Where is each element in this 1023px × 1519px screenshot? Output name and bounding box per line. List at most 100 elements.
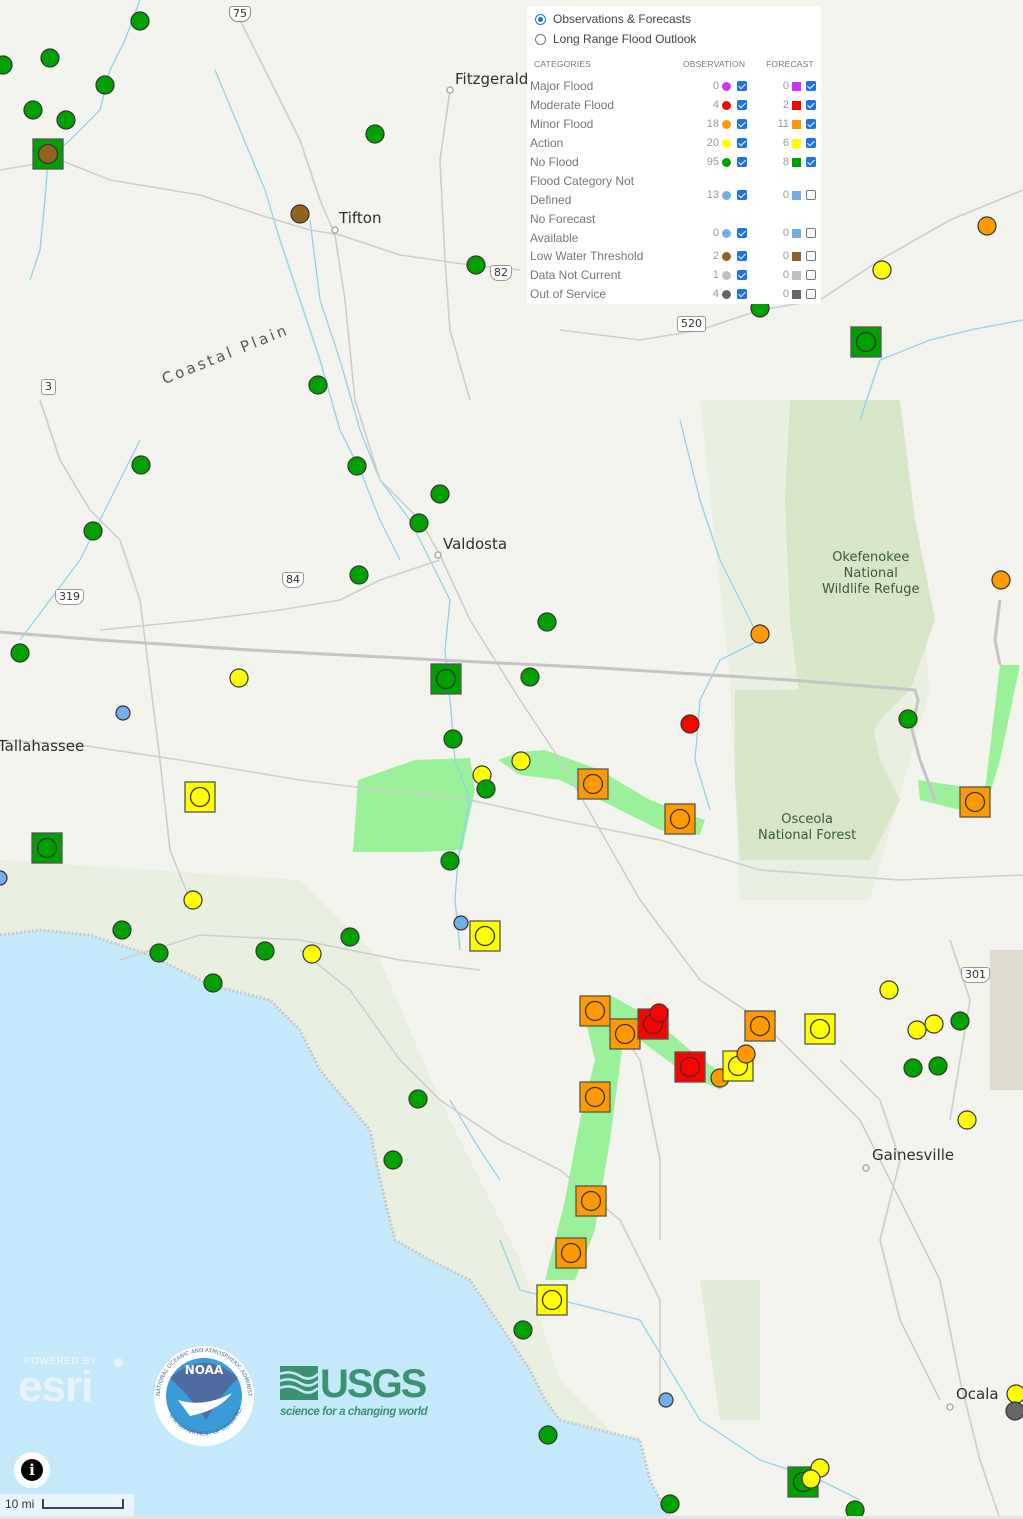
gauge-marker[interactable] xyxy=(469,920,501,952)
observation-dot-icon[interactable] xyxy=(950,1011,970,1031)
observation-dot-icon[interactable] xyxy=(95,75,115,95)
observation-dot-icon[interactable] xyxy=(584,1000,606,1022)
observation-dot-icon[interactable] xyxy=(115,705,131,721)
gauge-marker[interactable] xyxy=(649,1003,669,1023)
forecast-checkbox[interactable] xyxy=(806,81,816,91)
info-button[interactable]: i xyxy=(14,1452,50,1488)
observation-checkbox[interactable] xyxy=(737,81,747,91)
gauge-marker[interactable] xyxy=(577,768,609,800)
observation-dot-icon[interactable] xyxy=(614,1023,636,1045)
forecast-checkbox[interactable] xyxy=(806,251,816,261)
observation-checkbox[interactable] xyxy=(737,138,747,148)
observation-dot-icon[interactable] xyxy=(474,925,496,947)
gauge-marker[interactable] xyxy=(383,1150,403,1170)
observation-dot-icon[interactable] xyxy=(347,456,367,476)
gauge-marker[interactable] xyxy=(928,1056,948,1076)
observation-dot-icon[interactable] xyxy=(290,204,310,224)
gauge-marker[interactable] xyxy=(804,1013,836,1045)
forecast-checkbox[interactable] xyxy=(806,228,816,238)
gauge-marker[interactable] xyxy=(349,565,369,585)
gauge-marker[interactable] xyxy=(664,803,696,835)
gauge-marker[interactable] xyxy=(131,455,151,475)
observation-dot-icon[interactable] xyxy=(658,1392,674,1408)
gauge-marker[interactable] xyxy=(903,1058,923,1078)
observation-dot-icon[interactable] xyxy=(466,255,486,275)
gauge-marker[interactable] xyxy=(959,786,991,818)
observation-dot-icon[interactable] xyxy=(430,484,450,504)
observation-dot-icon[interactable] xyxy=(149,943,169,963)
forecast-checkbox[interactable] xyxy=(806,138,816,148)
observation-dot-icon[interactable] xyxy=(520,667,540,687)
observation-dot-icon[interactable] xyxy=(229,668,249,688)
gauge-marker[interactable] xyxy=(31,832,63,864)
gauge-marker[interactable] xyxy=(476,779,496,799)
observation-dot-icon[interactable] xyxy=(36,837,58,859)
gauge-marker[interactable] xyxy=(255,941,275,961)
observation-dot-icon[interactable] xyxy=(23,100,43,120)
gauge-marker[interactable] xyxy=(801,1469,821,1489)
gauge-marker[interactable] xyxy=(0,55,13,75)
observation-dot-icon[interactable] xyxy=(365,124,385,144)
observation-dot-icon[interactable] xyxy=(131,455,151,475)
gauge-marker[interactable] xyxy=(950,1011,970,1031)
gauge-marker[interactable] xyxy=(660,1494,680,1514)
gauge-marker[interactable] xyxy=(579,1081,611,1113)
gauge-marker[interactable] xyxy=(750,624,770,644)
observation-dot-icon[interactable] xyxy=(340,927,360,947)
flood-map[interactable]: Fitzgerald Tifton Valdosta Tallahassee G… xyxy=(0,0,1023,1519)
forecast-checkbox[interactable] xyxy=(806,270,816,280)
observation-dot-icon[interactable] xyxy=(903,1058,923,1078)
gauge-marker[interactable] xyxy=(609,1018,641,1050)
observation-dot-icon[interactable] xyxy=(898,709,918,729)
gauge-marker[interactable] xyxy=(149,943,169,963)
observation-checkbox[interactable] xyxy=(737,157,747,167)
observation-dot-icon[interactable] xyxy=(991,570,1011,590)
observation-dot-icon[interactable] xyxy=(83,521,103,541)
observation-dot-icon[interactable] xyxy=(977,216,997,236)
mode-long-range-outlook[interactable]: Long Range Flood Outlook xyxy=(535,32,696,46)
gauge-marker[interactable] xyxy=(430,484,450,504)
observation-checkbox[interactable] xyxy=(737,119,747,129)
gauge-marker[interactable] xyxy=(575,1185,607,1217)
observation-dot-icon[interactable] xyxy=(680,714,700,734)
observation-dot-icon[interactable] xyxy=(924,1014,944,1034)
gauge-marker[interactable] xyxy=(520,667,540,687)
gauge-marker[interactable] xyxy=(924,1014,944,1034)
gauge-marker[interactable] xyxy=(115,705,131,721)
observation-dot-icon[interactable] xyxy=(183,890,203,910)
observation-dot-icon[interactable] xyxy=(801,1469,821,1489)
forecast-checkbox[interactable] xyxy=(806,119,816,129)
observation-checkbox[interactable] xyxy=(737,289,747,299)
gauge-marker[interactable] xyxy=(408,1089,428,1109)
forecast-checkbox[interactable] xyxy=(806,100,816,110)
gauge-marker[interactable] xyxy=(56,110,76,130)
radio-selected-icon[interactable] xyxy=(535,13,546,25)
observation-dot-icon[interactable] xyxy=(203,973,223,993)
observation-dot-icon[interactable] xyxy=(409,513,429,533)
observation-dot-icon[interactable] xyxy=(964,791,986,813)
gauge-marker[interactable] xyxy=(347,456,367,476)
observation-checkbox[interactable] xyxy=(737,251,747,261)
gauge-marker[interactable] xyxy=(302,944,322,964)
gauge-marker[interactable] xyxy=(674,1051,706,1083)
gauge-marker[interactable] xyxy=(513,1320,533,1340)
gauge-marker[interactable] xyxy=(83,521,103,541)
gauge-marker[interactable] xyxy=(365,124,385,144)
gauge-marker[interactable] xyxy=(229,668,249,688)
gauge-marker[interactable] xyxy=(32,138,64,170)
gauge-marker[interactable] xyxy=(183,890,203,910)
observation-dot-icon[interactable] xyxy=(443,729,463,749)
observation-dot-icon[interactable] xyxy=(669,808,691,830)
gauge-marker[interactable] xyxy=(957,1110,977,1130)
gauge-marker[interactable] xyxy=(537,612,557,632)
gauge-marker[interactable] xyxy=(907,1020,927,1040)
observation-dot-icon[interactable] xyxy=(435,668,457,690)
observation-dot-icon[interactable] xyxy=(1006,1384,1023,1404)
gauge-marker[interactable] xyxy=(991,570,1011,590)
observation-dot-icon[interactable] xyxy=(560,1242,582,1264)
gauge-marker[interactable] xyxy=(40,48,60,68)
observation-dot-icon[interactable] xyxy=(679,1056,701,1078)
observation-dot-icon[interactable] xyxy=(453,915,469,931)
gauge-marker[interactable] xyxy=(536,1284,568,1316)
observation-dot-icon[interactable] xyxy=(736,1044,756,1064)
